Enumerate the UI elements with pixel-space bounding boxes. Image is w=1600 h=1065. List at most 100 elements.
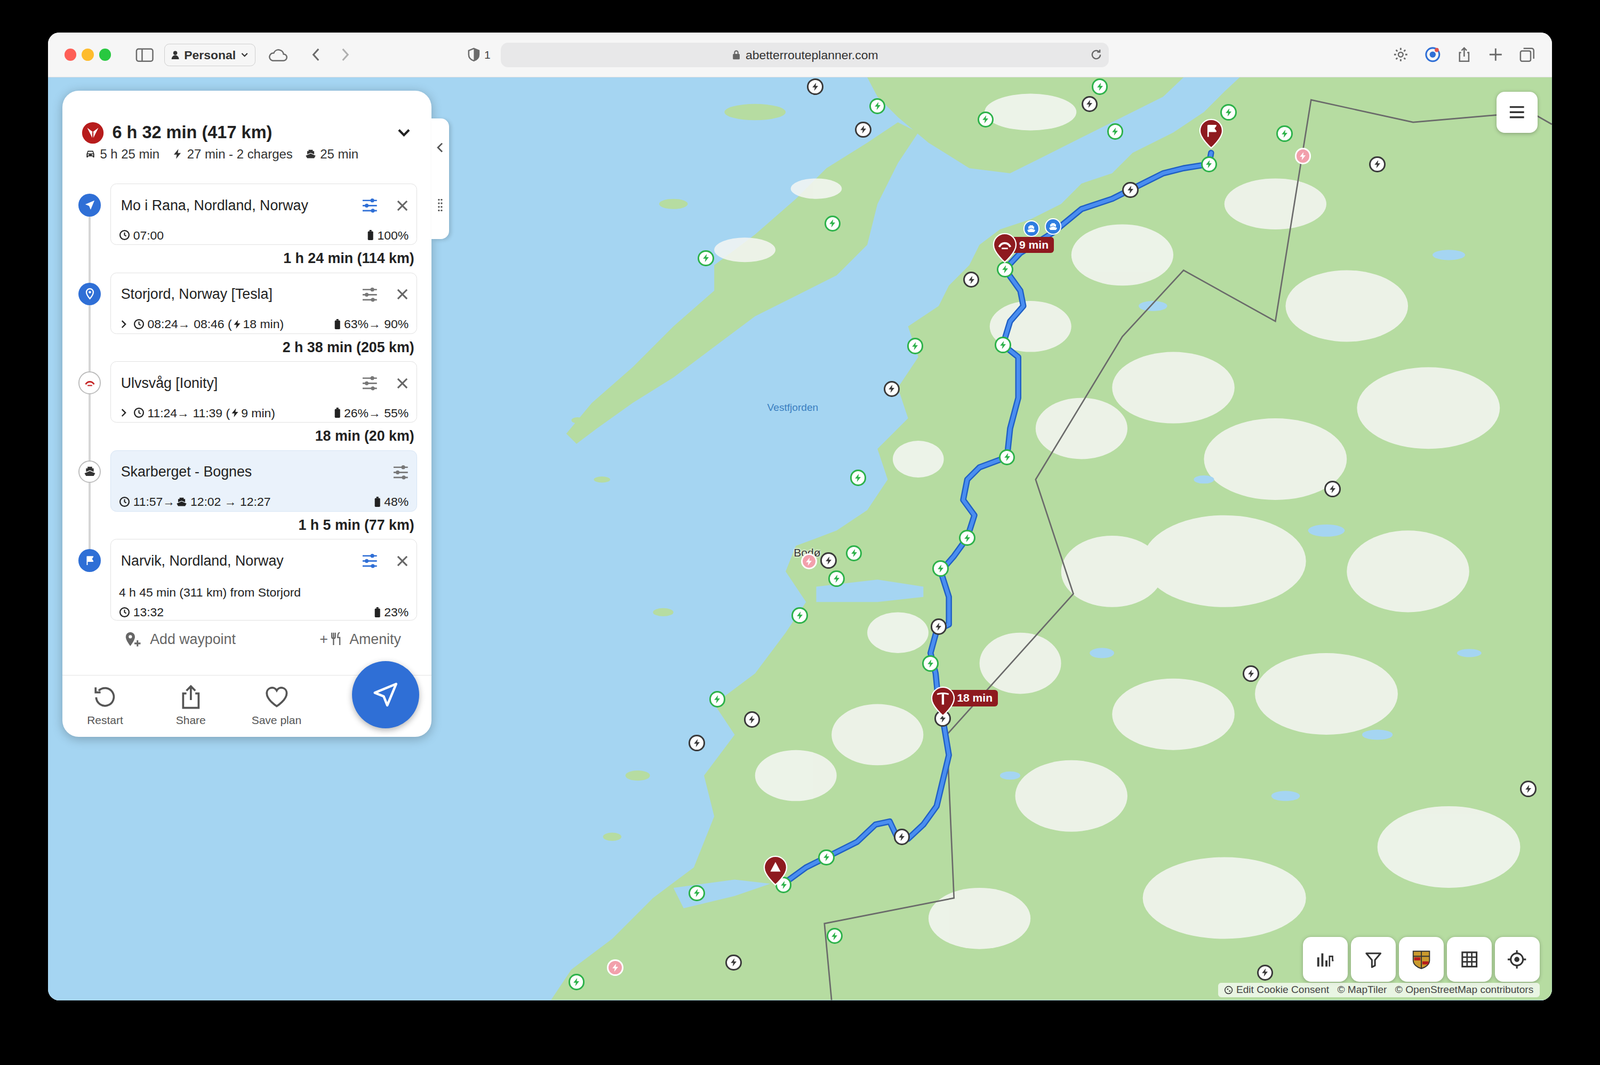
- charger-marker[interactable]: [697, 250, 715, 267]
- charger-marker[interactable]: [791, 606, 808, 624]
- ferry-marker[interactable]: [1023, 220, 1040, 237]
- ionity-pin[interactable]: [992, 232, 1018, 263]
- charger-marker[interactable]: [806, 78, 824, 95]
- zoom-window-button[interactable]: [99, 48, 112, 61]
- attribution-item[interactable]: © MapTiler: [1337, 982, 1387, 997]
- attribution-text[interactable]: © MapTiler: [1337, 982, 1387, 997]
- charger-marker[interactable]: [828, 570, 845, 587]
- charger-marker[interactable]: [1122, 181, 1139, 199]
- extension-icon[interactable]: [1424, 46, 1442, 63]
- charger-marker[interactable]: [1369, 156, 1386, 173]
- charger-marker[interactable]: [606, 958, 624, 976]
- share-button[interactable]: Share: [147, 675, 234, 728]
- charger-marker[interactable]: [996, 261, 1014, 278]
- charger-marker[interactable]: [922, 654, 939, 672]
- stop-card[interactable]: Mo i Rana, Nordland, Norway07:00100%: [110, 183, 418, 245]
- remove-stop-icon[interactable]: [396, 377, 409, 390]
- charger-stats-button[interactable]: [1302, 936, 1348, 982]
- address-bar[interactable]: abetterrouteplanner.com: [500, 42, 1109, 68]
- back-icon[interactable]: [308, 47, 324, 62]
- remove-stop-icon[interactable]: [396, 288, 409, 301]
- bolt-icon: [779, 880, 789, 890]
- charger-marker[interactable]: [977, 111, 995, 128]
- settings-sliders-icon[interactable]: [361, 197, 379, 214]
- add-waypoint-button[interactable]: Add waypoint: [123, 628, 236, 650]
- tabs-overview-icon[interactable]: [1518, 46, 1536, 63]
- start-pin[interactable]: [763, 854, 788, 886]
- gear-icon[interactable]: [1392, 46, 1410, 63]
- settings-sliders-icon[interactable]: [361, 552, 379, 570]
- charger-marker[interactable]: [850, 469, 867, 486]
- bolt-icon: [1280, 129, 1290, 139]
- charger-marker[interactable]: [1276, 125, 1293, 142]
- bolt-icon: [853, 473, 863, 483]
- settings-sliders-icon[interactable]: [361, 374, 379, 392]
- reload-icon[interactable]: [1090, 48, 1103, 61]
- amenity-button[interactable]: +Amenity: [319, 628, 401, 650]
- charger-marker[interactable]: [883, 380, 901, 398]
- remove-stop-icon[interactable]: [396, 554, 409, 567]
- charger-marker[interactable]: [820, 552, 837, 569]
- share-icon[interactable]: [1456, 46, 1473, 63]
- charger-marker[interactable]: [1242, 665, 1260, 682]
- minimize-window-button[interactable]: [81, 48, 94, 61]
- charger-marker[interactable]: [1520, 780, 1537, 797]
- charger-marker[interactable]: [994, 336, 1012, 354]
- remove-stop-icon[interactable]: [396, 199, 409, 212]
- drag-handle-icon[interactable]: [433, 197, 448, 213]
- attribution-item[interactable]: Edit Cookie Consent: [1224, 982, 1330, 997]
- attribution-text[interactable]: Edit Cookie Consent: [1236, 982, 1330, 997]
- charger-marker[interactable]: [688, 884, 706, 902]
- charger-marker[interactable]: [907, 337, 924, 355]
- charger-marker[interactable]: [854, 121, 872, 139]
- filter-button[interactable]: [1350, 936, 1396, 982]
- settings-sliders-icon[interactable]: [361, 286, 379, 303]
- restart-button[interactable]: Restart: [62, 675, 149, 728]
- expand-stop-icon[interactable]: [118, 319, 128, 329]
- charger-marker[interactable]: [725, 954, 742, 971]
- menu-button[interactable]: [1496, 91, 1538, 133]
- stop-card[interactable]: Narvik, Nordland, Norway4 h 45 min (311 …: [110, 538, 418, 621]
- close-window-button[interactable]: [64, 48, 77, 61]
- start-navigation-button[interactable]: [352, 660, 420, 728]
- sidebar-icon[interactable]: [135, 45, 154, 64]
- charger-marker[interactable]: [1091, 78, 1109, 95]
- charger-marker[interactable]: [568, 973, 586, 990]
- charger-marker[interactable]: [709, 690, 726, 708]
- shield-icon[interactable]: [466, 47, 482, 62]
- settings-sliders-icon[interactable]: [392, 464, 410, 481]
- charger-marker[interactable]: [744, 710, 761, 728]
- new-tab-icon[interactable]: [1487, 46, 1504, 63]
- destination-pin[interactable]: [1198, 118, 1224, 149]
- expand-summary-icon[interactable]: [396, 125, 412, 140]
- tesla-pin[interactable]: [930, 685, 956, 717]
- charger-marker[interactable]: [688, 734, 706, 751]
- cloud-icon[interactable]: [267, 44, 288, 66]
- grid-button[interactable]: [1446, 936, 1492, 982]
- charger-marker[interactable]: [930, 618, 948, 635]
- charger-marker[interactable]: [893, 828, 911, 845]
- charger-marker[interactable]: [1107, 123, 1124, 140]
- stop-card[interactable]: Ulvsvåg [Ionity]11:24→ 11:39 (9 min)26%→…: [110, 361, 418, 423]
- charger-marker[interactable]: [818, 849, 835, 866]
- vehicle-button[interactable]: [1398, 936, 1444, 982]
- stop-card[interactable]: Storjord, Norway [Tesla]08:24→ 08:46 (18…: [110, 272, 418, 334]
- save-button[interactable]: Save plan: [233, 675, 320, 728]
- charger-marker[interactable]: [1220, 104, 1237, 121]
- charger-marker[interactable]: [958, 529, 976, 547]
- stop-card[interactable]: Skarberget - Bognes11:57→12:02 → 12:2748…: [110, 450, 418, 512]
- locate-button[interactable]: [1494, 936, 1540, 982]
- charger-marker[interactable]: [1324, 480, 1341, 498]
- route-line: [775, 153, 1212, 884]
- charger-marker[interactable]: [869, 98, 886, 115]
- charger-marker[interactable]: [1294, 147, 1312, 165]
- charger-marker[interactable]: [932, 560, 949, 577]
- forward-icon[interactable]: [338, 47, 353, 62]
- collapse-panel-tab[interactable]: [431, 118, 450, 239]
- route-map[interactable]: Edit Cookie Consent © MapTiler © OpenStree…: [48, 77, 1552, 1000]
- attribution-text[interactable]: © OpenStreetMap contributors: [1395, 982, 1534, 997]
- expand-stop-icon[interactable]: [118, 408, 128, 418]
- ferry-marker[interactable]: [1044, 218, 1062, 235]
- profile-button[interactable]: Personal: [164, 43, 256, 67]
- attribution-item[interactable]: © OpenStreetMap contributors: [1395, 982, 1534, 997]
